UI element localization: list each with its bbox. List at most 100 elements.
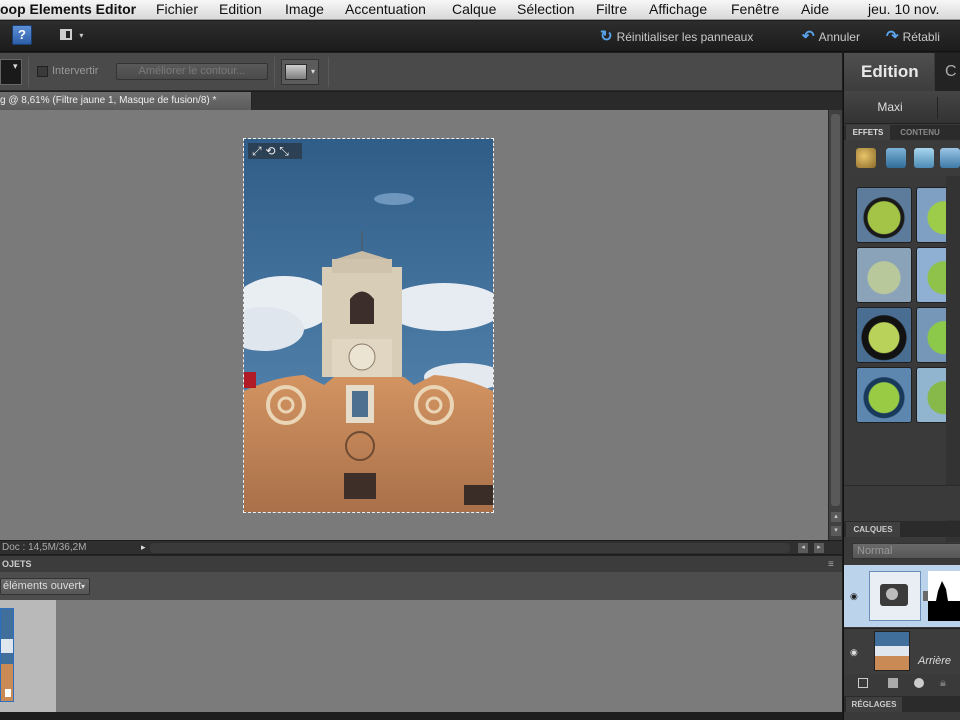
tab-create[interactable]: C: [935, 53, 960, 91]
photo-church-tower: ⤢ ⟲ ⤡: [244, 139, 493, 512]
scrollbar-thumb[interactable]: [831, 114, 840, 506]
effect-thumbnail[interactable]: [856, 367, 912, 423]
menubar-clock: jeu. 10 nov.: [868, 1, 940, 17]
bin-thumbnail[interactable]: [0, 608, 14, 702]
divider: [28, 57, 29, 87]
tab-contenu[interactable]: CONTENU: [892, 125, 948, 140]
menu-edition[interactable]: Edition: [219, 1, 262, 17]
horizontal-scrollbar[interactable]: [150, 543, 790, 553]
application-bar: ? ▾ ↻ Réinitialiser les panneaux ↶ Annuler…: [0, 21, 960, 52]
tool-options-bar: ▾ Intervertir Améliorer le contour... ▾: [0, 53, 842, 91]
undo-label: Annuler: [818, 30, 860, 44]
menu-fichier[interactable]: Fichier: [156, 1, 198, 17]
lock-icon[interactable]: 🔒︎: [940, 677, 946, 690]
eye-icon[interactable]: ◉: [850, 591, 862, 601]
mask-silhouette: [928, 581, 960, 621]
layout-icon: [60, 29, 72, 41]
menu-affichage[interactable]: Affichage: [649, 1, 707, 17]
menu-calque[interactable]: Calque: [452, 1, 496, 17]
mode-full-button[interactable]: Maxi: [844, 91, 936, 124]
bin-filter-dropdown[interactable]: éléments ouvert ▾: [0, 578, 90, 595]
chevron-down-icon: ▾: [80, 582, 85, 591]
panel-menu-icon[interactable]: ≡: [828, 559, 834, 570]
app-menu[interactable]: oop Elements Editor: [0, 1, 136, 17]
divider: [274, 57, 275, 87]
reset-icon: ↻: [600, 28, 613, 45]
menu-accentuation[interactable]: Accentuation: [345, 1, 426, 17]
menu-aide[interactable]: Aide: [801, 1, 829, 17]
eye-icon[interactable]: ◉: [850, 647, 862, 657]
svg-text:⤢ ⟲ ⤡: ⤢ ⟲ ⤡: [251, 144, 289, 158]
photo-effects-icon[interactable]: [856, 148, 876, 168]
refine-edge-button[interactable]: Améliorer le contour...: [116, 63, 268, 80]
status-bar: Doc : 14,5M/36,2M ▸ ◂ ▸: [0, 540, 842, 554]
scroll-left-button[interactable]: ◂: [798, 543, 808, 553]
menu-selection[interactable]: Sélection: [517, 1, 575, 17]
layer-row-selected[interactable]: ◉: [844, 565, 960, 627]
bin-thumbnail-cell[interactable]: [0, 600, 56, 712]
tab-calques[interactable]: CALQUES: [846, 522, 900, 537]
effects-category-bar: [844, 140, 960, 176]
layers-toolbar: 🔒︎: [844, 674, 960, 694]
effect-thumbnail[interactable]: [856, 307, 912, 363]
redo-label: Rétabli: [902, 30, 940, 44]
panel-bin: Edition C Maxi EFFETS CONTENU ▴ CALQUES …: [843, 53, 960, 720]
bin-filter-value: éléments ouvert: [3, 580, 82, 592]
tab-edition[interactable]: Edition: [844, 53, 934, 91]
scroll-up-button[interactable]: ▴: [831, 512, 841, 522]
edit-mode-bar: Maxi: [844, 91, 960, 124]
adjustment-layer-icon: [869, 571, 921, 621]
undo-icon: ↶: [802, 28, 815, 45]
status-menu-arrow-icon[interactable]: ▸: [141, 542, 146, 553]
invert-label: Intervertir: [52, 65, 99, 77]
screen-layout-button[interactable]: ▾: [60, 27, 96, 45]
new-layer-icon[interactable]: [858, 678, 868, 688]
divider: [937, 97, 938, 119]
scroll-right-button[interactable]: ▸: [814, 543, 824, 553]
menu-filtre[interactable]: Filtre: [596, 1, 627, 17]
tab-effets[interactable]: EFFETS: [846, 125, 890, 140]
help-button[interactable]: ?: [12, 25, 32, 45]
tool-preset-picker[interactable]: [0, 59, 22, 85]
adjustment-layer-icon[interactable]: [888, 678, 898, 688]
reset-panels-label: Réinitialiser les panneaux: [616, 30, 754, 44]
project-bin-content: [0, 600, 842, 712]
redo-button[interactable]: ↷ Rétabli: [886, 27, 940, 45]
project-bin-header: OJETS ≡: [0, 555, 842, 572]
effects-panel-tabs: EFFETS CONTENU: [844, 125, 960, 140]
project-bin-toolbar: éléments ouvert ▾: [0, 572, 842, 600]
layer-thumbnail-image: [875, 632, 909, 670]
layer-mask-thumbnail[interactable]: [928, 571, 960, 621]
mac-menu-bar: oop Elements Editor Fichier Edition Imag…: [0, 0, 960, 20]
layer-name: Arrière: [918, 655, 952, 667]
layers-panel-header: CALQUES: [844, 521, 960, 537]
redo-icon: ↷: [886, 28, 899, 45]
textures-icon[interactable]: [940, 148, 960, 168]
reset-panels-button[interactable]: ↻ Réinitialiser les panneaux: [600, 27, 753, 45]
brush-preview-icon: [285, 64, 307, 80]
effect-thumbnail[interactable]: [856, 247, 912, 303]
divider: [328, 57, 329, 87]
brush-picker[interactable]: ▾: [281, 59, 319, 85]
invert-checkbox[interactable]: [37, 66, 48, 77]
menu-image[interactable]: Image: [285, 1, 324, 17]
undo-button[interactable]: ↶ Annuler: [802, 27, 860, 45]
effects-panel-footer: [844, 485, 960, 520]
chevron-down-icon: ▾: [13, 61, 18, 71]
blend-mode-dropdown[interactable]: Normal: [852, 543, 960, 559]
layer-styles-icon[interactable]: [886, 148, 906, 168]
vertical-scrollbar[interactable]: ▴ ▾: [828, 110, 842, 540]
menu-fenetre[interactable]: Fenêtre: [731, 1, 779, 17]
layer-row[interactable]: ◉ Arrière: [844, 628, 960, 674]
project-bin-title: OJETS: [2, 559, 32, 569]
effects-thumbnail-grid: [850, 183, 960, 423]
scroll-down-button[interactable]: ▾: [831, 526, 841, 536]
thumbnail-image: [1, 609, 13, 701]
document-image[interactable]: ⤢ ⟲ ⤡: [243, 138, 494, 513]
effect-thumbnail[interactable]: [856, 187, 912, 243]
filters-icon[interactable]: [914, 148, 934, 168]
tab-reglages[interactable]: RÉGLAGES: [846, 697, 902, 712]
document-tab[interactable]: g @ 8,61% (Filtre jaune 1, Masque de fus…: [0, 92, 252, 110]
mask-icon[interactable]: [914, 678, 924, 688]
adjustments-panel-header: RÉGLAGES: [844, 696, 960, 712]
